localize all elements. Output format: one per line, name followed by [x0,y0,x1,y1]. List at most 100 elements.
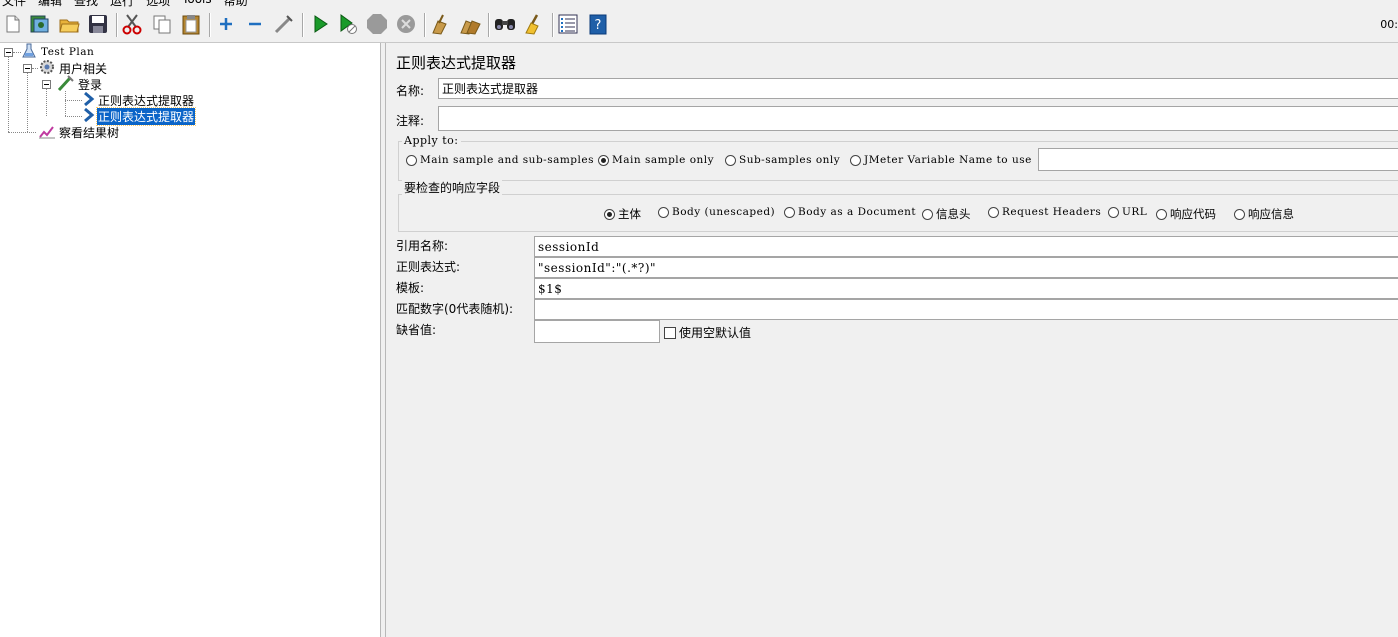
tree-item-test-plan[interactable]: Test Plan [21,43,95,60]
radio-button[interactable] [1234,208,1245,220]
comment-label: 注释: [396,114,425,128]
default-value-label: 缺省值: [396,323,437,337]
jmeter-variable-field[interactable] [1038,148,1398,171]
comment-field[interactable] [438,106,1398,131]
radio-button[interactable] [784,206,795,218]
radio-response-code[interactable]: 响应代码 [1156,206,1216,222]
radio-label: Body as a Document [798,206,917,218]
radio-body-as-document[interactable]: Body as a Document [784,206,916,218]
radio-label: Request Headers [1002,206,1102,218]
radio-url[interactable]: URL [1108,206,1147,218]
toolbar: ? 00: [0,8,1398,43]
thread-group-icon [38,59,56,78]
radio-button[interactable] [1108,206,1119,218]
use-empty-default-checkbox[interactable]: 使用空默认值 [664,324,751,341]
tree-connector [65,100,82,101]
tree-item-sampler[interactable]: 登录 [57,74,103,94]
radio-label: 响应信息 [1248,207,1294,221]
radio-label: Body (unescaped) [672,206,776,218]
shutdown-icon[interactable] [394,12,418,36]
help-icon[interactable]: ? [586,12,610,36]
clear-all-icon[interactable] [458,12,482,36]
reset-search-icon[interactable] [522,12,546,36]
menu-tools[interactable]: Tools [182,0,212,8]
toolbar-separator [424,13,426,37]
apply-to-legend: Apply to: [402,134,461,147]
match-number-field[interactable] [534,299,1398,320]
svg-text:?: ? [595,18,602,33]
radio-sub-only[interactable]: Sub-samples only [725,154,840,166]
sampler-icon [57,74,75,94]
tree-connector [65,91,66,116]
radio-button[interactable] [406,154,417,166]
radio-button[interactable] [1156,208,1167,220]
radio-button[interactable] [598,154,609,166]
page-title: 正则表达式提取器 [396,54,517,72]
clear-icon[interactable] [428,12,452,36]
radio-label: 主体 [618,207,641,221]
regex-field[interactable]: "sessionId":"(.*?)" [534,257,1398,278]
start-icon[interactable] [308,12,332,36]
function-helper-icon[interactable] [556,12,580,36]
menu-options[interactable]: 选项 [146,0,170,8]
radio-response-message[interactable]: 响应信息 [1234,206,1294,222]
radio-headers[interactable]: 信息头 [922,206,971,222]
radio-label: Sub-samples only [739,154,841,166]
checkbox[interactable] [664,326,676,339]
radio-body-unescaped[interactable]: Body (unescaped) [658,206,775,218]
save-icon[interactable] [86,12,110,36]
template-label: 模板: [396,281,425,295]
collapse-toggle[interactable] [42,80,51,89]
search-icon[interactable] [493,12,517,36]
tree-connector [27,72,28,132]
stop-icon[interactable] [365,12,389,36]
tree-connector [8,132,36,133]
radio-label: Main sample and sub-samples [420,154,594,166]
expand-icon[interactable] [214,12,238,36]
regex-extractor-panel: 正则表达式提取器 名称: 正则表达式提取器 注释: Apply to: Main… [386,43,1398,637]
radio-button[interactable] [988,206,999,218]
menu-edit[interactable]: 编辑 [38,0,62,8]
open-icon[interactable] [57,12,81,36]
radio-button[interactable] [658,206,669,218]
new-icon[interactable] [1,12,25,36]
collapse-toggle[interactable] [23,64,32,73]
radio-button[interactable] [604,208,615,220]
radio-main-only[interactable]: Main sample only [598,154,714,166]
cut-icon[interactable] [120,12,144,36]
default-value-field[interactable] [534,320,660,343]
tree-connector [8,56,9,132]
menu-file[interactable]: 文件 [2,0,26,8]
copy-icon[interactable] [150,12,174,36]
radio-request-headers[interactable]: Request Headers [988,206,1101,218]
menu-run[interactable]: 运行 [110,0,134,8]
menu-search[interactable]: 查找 [74,0,98,8]
radio-label: URL [1122,206,1148,218]
collapse-toggle[interactable] [4,48,13,57]
match-number-label: 匹配数字(0代表随机): [396,302,514,316]
templates-icon[interactable] [28,12,52,36]
paste-icon[interactable] [179,12,203,36]
menu-help[interactable]: 帮助 [224,0,248,8]
radio-label: JMeter Variable Name to use [864,154,1032,166]
name-field[interactable]: 正则表达式提取器 [438,78,1398,99]
tree-item-extractor-selected[interactable]: 正则表达式提取器 [82,106,197,126]
radio-button[interactable] [725,154,736,166]
toolbar-separator [488,13,490,37]
start-no-timers-icon[interactable] [336,12,360,36]
reference-name-field[interactable]: sessionId [534,236,1398,257]
radio-jmeter-variable[interactable]: JMeter Variable Name to use [850,154,1032,166]
tree-connector [65,116,82,117]
toggle-icon[interactable] [272,12,296,36]
tree-item-listener[interactable]: 察看结果树 [38,124,120,140]
template-field[interactable]: $1$ [534,278,1398,299]
tree-item-label: 察看结果树 [59,125,120,140]
collapse-icon[interactable] [243,12,267,36]
test-plan-tree: Test Plan 用户相关 登录 正则表达式提取器 正则表达式提取器 察看结果… [0,43,380,637]
radio-button[interactable] [850,154,861,166]
toolbar-separator [116,13,118,37]
tree-item-extractor[interactable]: 正则表达式提取器 [82,91,195,108]
radio-main-and-sub[interactable]: Main sample and sub-samples [406,154,594,166]
radio-body[interactable]: 主体 [604,206,641,222]
radio-button[interactable] [922,208,933,220]
